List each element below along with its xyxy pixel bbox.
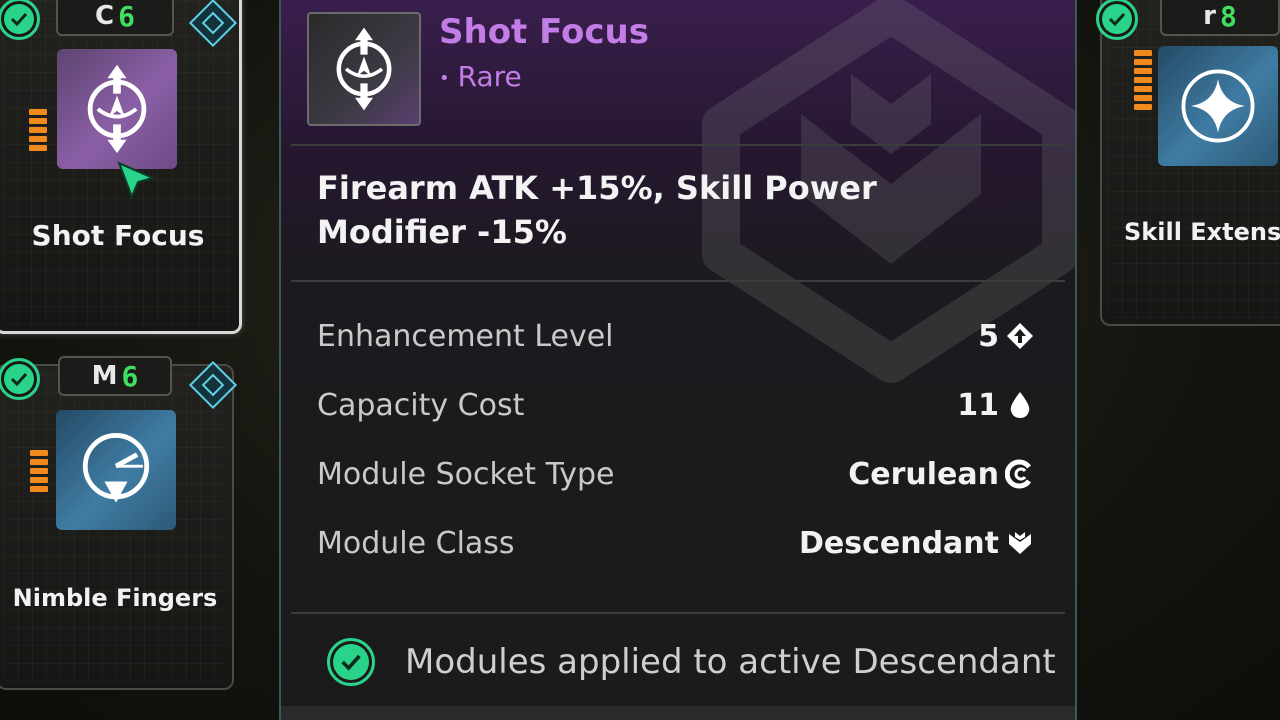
module-card-skill-extension[interactable]: Skill Extensi: [1100, 0, 1280, 326]
stat-capacity-cost: Capacity Cost 11: [317, 385, 1035, 425]
stat-value: 11: [957, 387, 999, 423]
capacity-cost: 6: [118, 0, 135, 33]
nimble-fingers-icon: [82, 433, 150, 503]
cerulean-socket-icon: [1005, 459, 1032, 489]
socket-symbol: C: [95, 1, 115, 31]
module-art-skill-extension: [1158, 46, 1278, 166]
pip: [1134, 59, 1152, 65]
shot-focus-icon: [336, 27, 392, 111]
module-art-nimble-fingers: [56, 410, 176, 530]
divider: [291, 612, 1065, 614]
stat-value: 5: [978, 318, 999, 354]
socket-symbol: M: [91, 361, 118, 391]
panel-bottom-bar: [281, 706, 1075, 720]
drop-icon: [1010, 392, 1030, 418]
stat-enhancement-level: Enhancement Level 5: [317, 316, 1035, 356]
module-card-nimble-fingers[interactable]: Nimble Fingers: [0, 364, 234, 690]
stat-label: Enhancement Level: [317, 318, 614, 354]
equipped-check-icon: [1096, 0, 1138, 40]
module-card-shot-focus[interactable]: Shot Focus: [0, 0, 242, 334]
pip: [29, 118, 47, 124]
pip: [29, 136, 47, 142]
pip: [29, 109, 47, 115]
pip: [1134, 77, 1152, 83]
pip: [1134, 86, 1152, 92]
pip: [30, 486, 48, 492]
stat-socket-type: Module Socket Type Cerulean: [317, 454, 1035, 494]
socket-cost-tag: M 6: [58, 356, 172, 396]
module-thumbnail: [307, 12, 421, 126]
module-title: Shot Focus: [439, 12, 649, 52]
capacity-cost: 8: [1219, 0, 1237, 33]
descendant-class-icon: [1009, 532, 1031, 554]
pip: [30, 477, 48, 483]
stat-label: Capacity Cost: [317, 387, 525, 423]
pip: [1134, 50, 1152, 56]
socket-symbol: r: [1203, 1, 1216, 31]
stat-value: Cerulean: [848, 456, 999, 492]
equipped-check-icon: [0, 358, 40, 400]
pip: [29, 145, 47, 151]
stat-label: Module Socket Type: [317, 456, 615, 492]
module-rarity: • Rare: [439, 60, 522, 93]
socket-cost-tag: r 8: [1160, 0, 1280, 36]
pip: [1134, 104, 1152, 110]
rarity-dot-icon: •: [439, 67, 450, 89]
pip: [30, 468, 48, 474]
pip: [30, 450, 48, 456]
divider: [291, 280, 1065, 282]
module-detail-panel: Shot Focus • Rare Firearm ATK +15%, Skill…: [279, 0, 1077, 720]
applied-status-text: Modules applied to active Descendant: [405, 642, 1056, 682]
enhancement-pips: [1134, 50, 1152, 110]
equipped-check-icon: [327, 638, 375, 686]
shot-focus-icon: [87, 64, 147, 154]
stat-label: Module Class: [317, 525, 515, 561]
pip: [29, 127, 47, 133]
module-name: Shot Focus: [31, 219, 205, 252]
module-art-shot-focus: [57, 49, 177, 169]
module-effect: Firearm ATK +15%, Skill Power Modifier -…: [317, 169, 877, 251]
enhancement-pips: [29, 109, 47, 151]
pip: [1134, 95, 1152, 101]
capacity-cost: 6: [121, 359, 139, 393]
skill-extension-icon: [1181, 69, 1255, 143]
cursor-icon: [117, 161, 156, 200]
module-name: Nimble Fingers: [12, 584, 218, 612]
module-name: Skill Extensi: [1124, 218, 1280, 246]
socket-cost-tag: C 6: [56, 0, 174, 36]
enhancement-pips: [30, 450, 48, 492]
rarity-label: Rare: [457, 60, 522, 93]
upgrade-icon: [1007, 323, 1033, 349]
divider: [291, 144, 1065, 146]
pip: [30, 459, 48, 465]
stat-value: Descendant: [798, 525, 999, 561]
stat-module-class: Module Class Descendant: [317, 523, 1035, 563]
pip: [1134, 68, 1152, 74]
